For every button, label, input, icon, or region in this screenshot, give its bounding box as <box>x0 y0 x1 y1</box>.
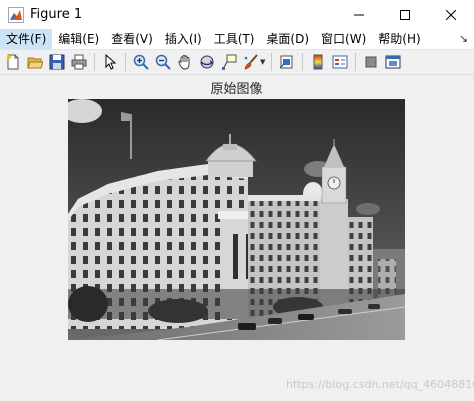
menu-desktop[interactable]: 桌面(D) <box>260 29 315 49</box>
matlab-figure-icon <box>8 6 24 23</box>
rotate-3d-button[interactable] <box>197 52 217 72</box>
print-button[interactable] <box>69 52 89 72</box>
figure-toolbar: ▼ <box>0 50 474 75</box>
hide-plot-tools-icon <box>365 56 377 68</box>
brush-button[interactable] <box>241 52 261 72</box>
window-titlebar: Figure 1 <box>0 0 474 29</box>
menu-tools[interactable]: 工具(T) <box>208 29 261 49</box>
open-file-button[interactable] <box>25 52 45 72</box>
window-title: Figure 1 <box>30 7 83 22</box>
close-button[interactable] <box>428 0 474 29</box>
save-button[interactable] <box>47 52 67 72</box>
menu-window[interactable]: 窗口(W) <box>315 29 372 49</box>
maximize-button[interactable] <box>382 0 428 29</box>
show-plot-tools-icon <box>385 55 401 69</box>
colorbar-icon <box>313 54 323 70</box>
menu-view[interactable]: 查看(V) <box>105 29 159 49</box>
legend-button[interactable] <box>330 52 350 72</box>
zoom-out-icon <box>155 54 171 70</box>
colorbar-button[interactable] <box>308 52 328 72</box>
menu-insert[interactable]: 插入(I) <box>159 29 208 49</box>
print-icon <box>71 54 87 70</box>
link-plot-button[interactable] <box>277 52 297 72</box>
menu-help[interactable]: 帮助(H) <box>372 29 426 49</box>
toolbar-separator <box>94 53 95 71</box>
menubar: 文件(F) 编辑(E) 查看(V) 插入(I) 工具(T) 桌面(D) 窗口(W… <box>0 29 474 50</box>
link-plot-icon <box>280 55 293 69</box>
open-file-icon <box>27 57 43 69</box>
select-arrow-icon <box>105 54 117 70</box>
toolbar-separator <box>302 53 304 71</box>
new-figure-button[interactable] <box>3 52 23 72</box>
axes-title: 原始图像 <box>210 82 263 97</box>
save-icon <box>49 54 65 70</box>
rotate-3d-icon <box>200 55 214 69</box>
minimize-button[interactable] <box>336 0 382 29</box>
pan-hand-icon <box>178 55 190 70</box>
toolbar-separator <box>355 53 357 71</box>
watermark-text: https://blog.csdn.net/qq_46048816 <box>286 378 474 391</box>
data-cursor-button[interactable] <box>219 52 239 72</box>
zoom-out-button[interactable] <box>153 52 173 72</box>
zoom-in-icon <box>133 54 149 70</box>
show-plot-tools-button[interactable] <box>383 52 403 72</box>
minimize-icon <box>354 14 364 15</box>
pan-button[interactable] <box>175 52 195 72</box>
menu-edit[interactable]: 编辑(E) <box>52 29 105 49</box>
menubar-overflow-arrow-icon[interactable]: ↘ <box>459 29 468 49</box>
select-arrow-button[interactable] <box>100 52 120 72</box>
toolbar-separator <box>125 53 126 71</box>
new-figure-icon <box>7 54 19 70</box>
brush-dropdown-icon[interactable]: ▼ <box>260 58 265 66</box>
data-cursor-icon <box>222 54 237 70</box>
brush-icon <box>244 54 258 70</box>
menu-file[interactable]: 文件(F) <box>0 29 53 49</box>
close-icon <box>446 9 456 20</box>
grayscale-photo-historic-building[interactable] <box>68 99 405 340</box>
hide-plot-tools-button[interactable] <box>361 52 381 72</box>
maximize-icon <box>400 9 410 20</box>
legend-icon <box>332 55 348 69</box>
toolbar-separator <box>271 53 273 71</box>
zoom-in-button[interactable] <box>131 52 151 72</box>
